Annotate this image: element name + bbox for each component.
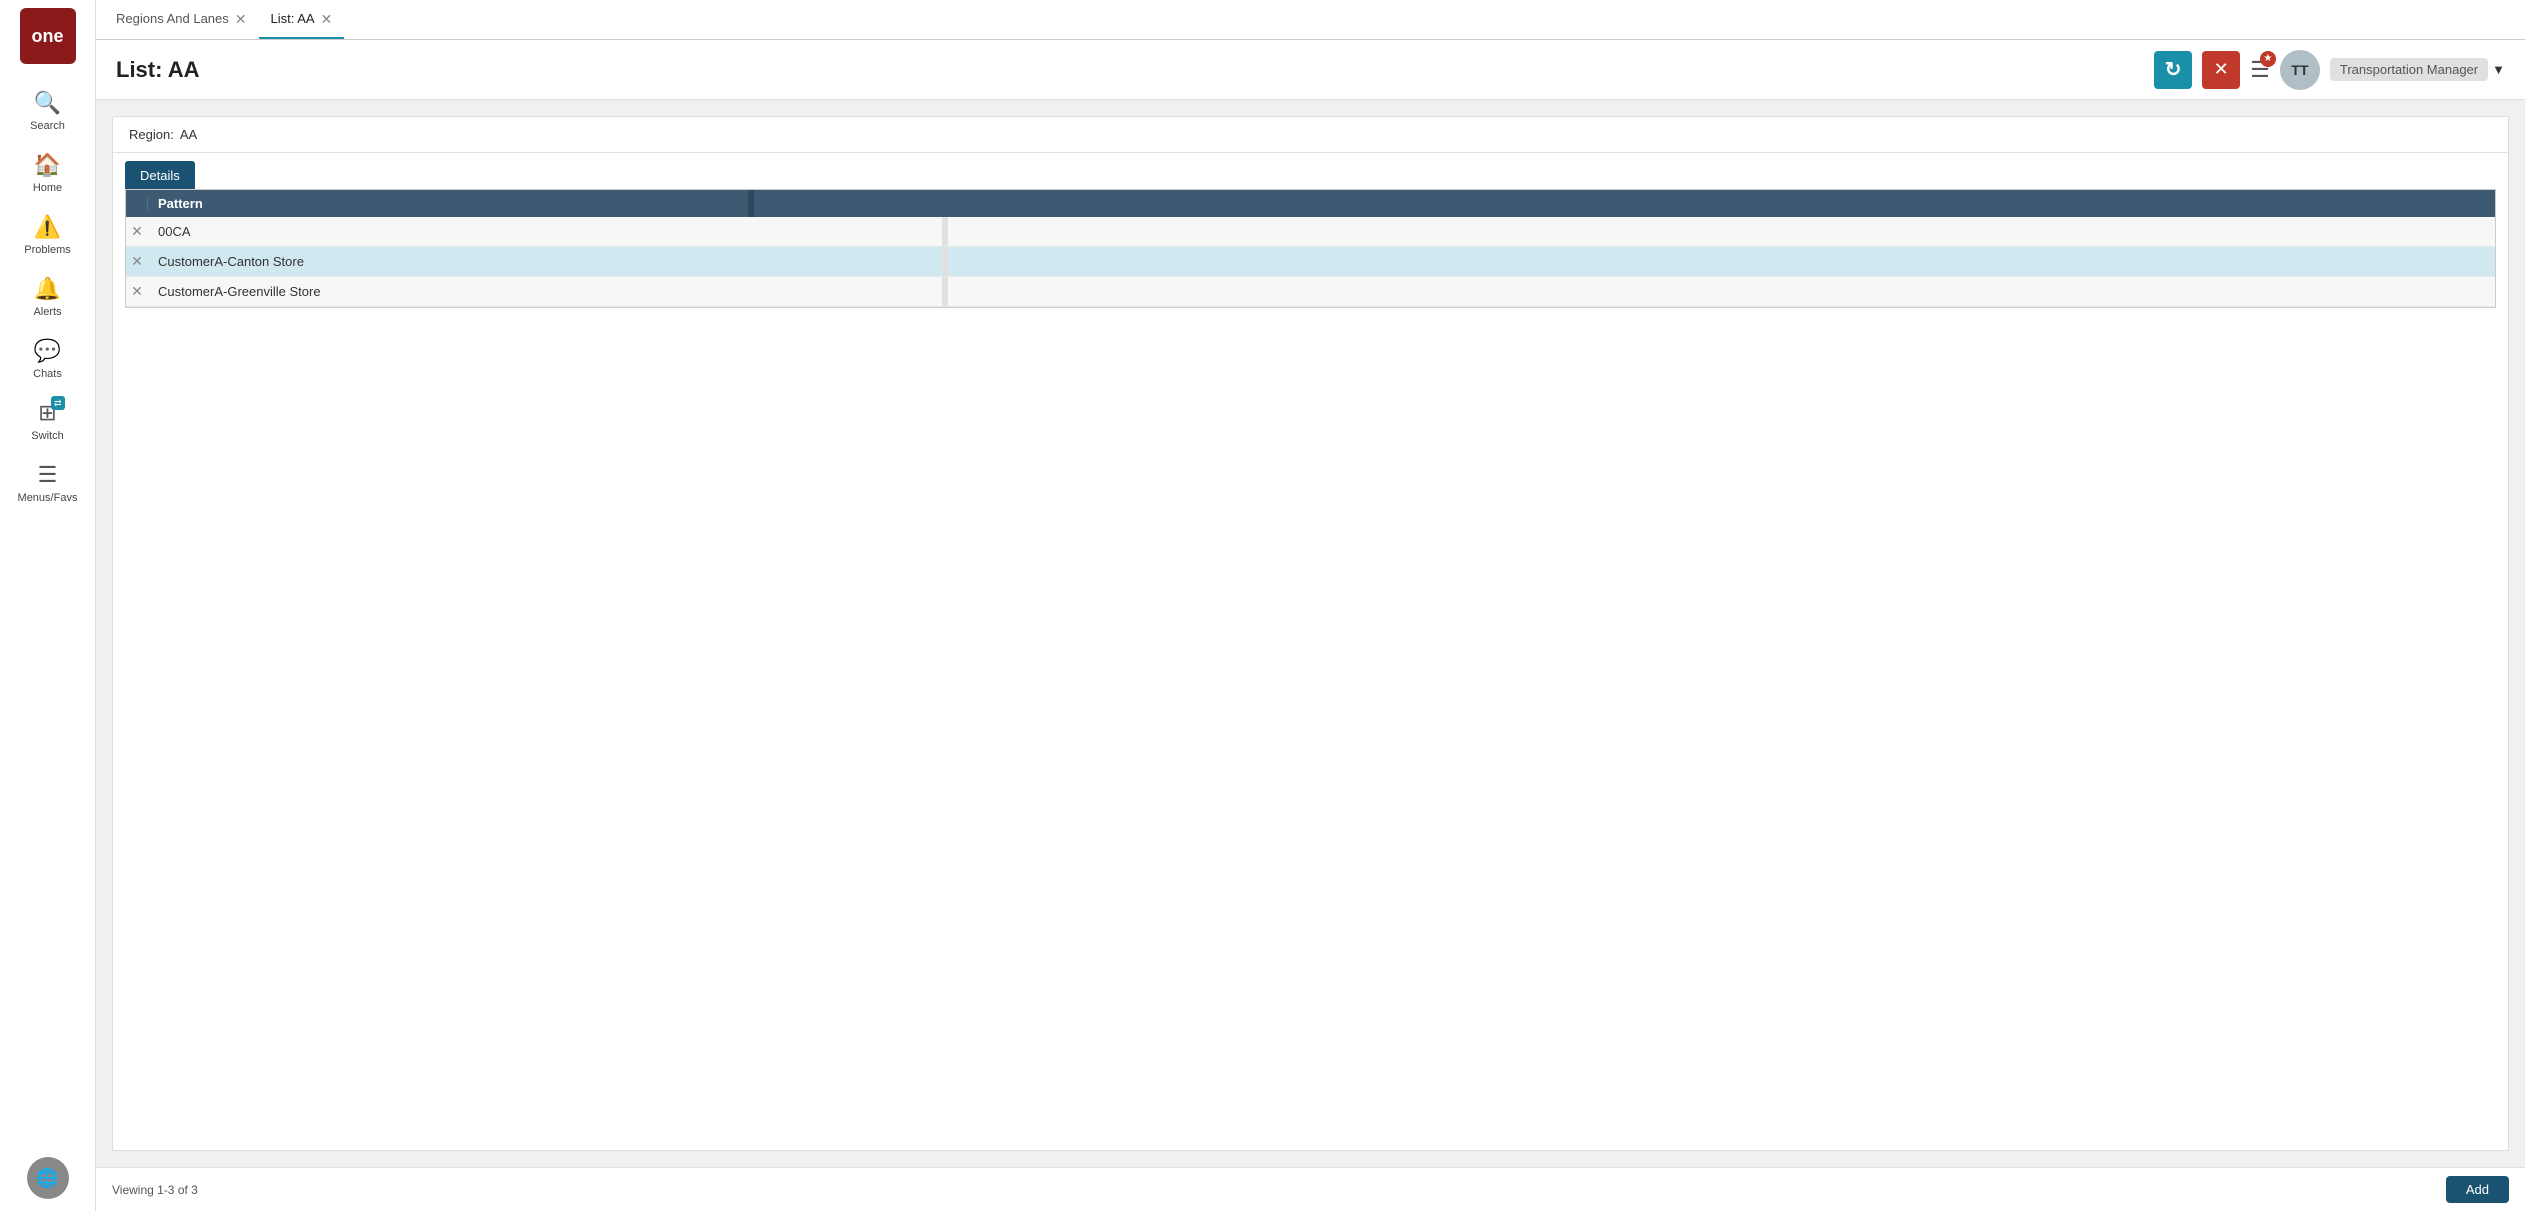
sidebar-item-switch[interactable]: ⊞ ⇄ Switch xyxy=(0,390,95,452)
switch-badge: ⇄ xyxy=(51,396,65,410)
cell-pattern-1: 00CA xyxy=(148,218,942,245)
row-delete-icon-2[interactable]: ✕ xyxy=(126,247,148,276)
table-row[interactable]: ✕ 00CA xyxy=(126,217,2495,247)
chats-icon: 💬 xyxy=(34,338,61,364)
footer: Viewing 1-3 of 3 Add xyxy=(96,1167,2525,1211)
row-delete-icon-1[interactable]: ✕ xyxy=(126,217,148,246)
column-header-pattern: Pattern xyxy=(148,190,748,217)
tab-list-aa[interactable]: List: AA ✕ xyxy=(259,0,345,39)
add-button[interactable]: Add xyxy=(2446,1176,2509,1203)
main-area: Regions And Lanes ✕ List: AA ✕ List: AA … xyxy=(96,0,2525,1211)
col-divider-3 xyxy=(942,277,948,306)
search-icon: 🔍 xyxy=(34,90,61,116)
cell-pattern-2: CustomerA-Canton Store xyxy=(148,248,942,275)
region-value: AA xyxy=(180,127,197,142)
close-icon: ✕ xyxy=(2214,59,2229,80)
pattern-table: Pattern ✕ 00CA ✕ xyxy=(125,189,2496,308)
header-actions: ↻ ✕ ☰ ★ TT Transportation Manager ▼ xyxy=(2154,50,2505,90)
details-tab-bar: Details xyxy=(113,153,2508,189)
table-header: Pattern xyxy=(126,190,2495,217)
page-title: List: AA xyxy=(116,57,200,83)
viewing-count: Viewing 1-3 of 3 xyxy=(112,1183,198,1197)
tab-details[interactable]: Details xyxy=(125,161,195,189)
user-role-dropdown[interactable]: Transportation Manager ▼ xyxy=(2330,58,2505,81)
refresh-icon: ↻ xyxy=(2165,57,2182,82)
tab-regions-lanes-close[interactable]: ✕ xyxy=(235,12,247,26)
app-logo[interactable]: one xyxy=(20,8,76,64)
tab-bar: Regions And Lanes ✕ List: AA ✕ xyxy=(96,0,2525,40)
problems-icon: ⚠️ xyxy=(34,214,61,240)
sidebar-item-home[interactable]: 🏠 Home xyxy=(0,142,95,204)
user-role-label: Transportation Manager xyxy=(2330,58,2488,81)
alerts-icon: 🔔 xyxy=(34,276,61,302)
col-divider-2 xyxy=(942,247,948,276)
dropdown-arrow-icon: ▼ xyxy=(2492,62,2505,77)
cell-pattern-3: CustomerA-Greenville Store xyxy=(148,278,942,305)
content-panel: Region: AA Details Pattern xyxy=(112,116,2509,1151)
header-expand xyxy=(126,198,148,210)
page-header: List: AA ↻ ✕ ☰ ★ TT Transportation Manag… xyxy=(96,40,2525,100)
row-delete-icon-3[interactable]: ✕ xyxy=(126,277,148,306)
user-avatar[interactable]: TT xyxy=(2280,50,2320,90)
table-row[interactable]: ✕ CustomerA-Greenville Store xyxy=(126,277,2495,307)
sidebar-item-search[interactable]: 🔍 Search xyxy=(0,80,95,142)
tab-list-aa-close[interactable]: ✕ xyxy=(321,12,333,26)
sidebar-item-menus[interactable]: ☰ Menus/Favs xyxy=(0,452,95,514)
content-area: Region: AA Details Pattern xyxy=(96,100,2525,1167)
home-icon: 🏠 xyxy=(34,152,61,178)
sidebar: one 🔍 Search 🏠 Home ⚠️ Problems 🔔 Alerts… xyxy=(0,0,96,1211)
menu-button[interactable]: ☰ ★ xyxy=(2250,57,2270,83)
menu-badge: ★ xyxy=(2260,51,2276,67)
close-button[interactable]: ✕ xyxy=(2202,51,2240,89)
region-label: Region: xyxy=(129,127,174,142)
col-divider-1 xyxy=(942,217,948,246)
sidebar-item-chats[interactable]: 💬 Chats xyxy=(0,328,95,390)
tab-regions-lanes[interactable]: Regions And Lanes ✕ xyxy=(104,0,259,39)
sidebar-item-alerts[interactable]: 🔔 Alerts xyxy=(0,266,95,328)
sidebar-item-problems[interactable]: ⚠️ Problems xyxy=(0,204,95,266)
menus-icon: ☰ xyxy=(38,462,58,488)
region-bar: Region: AA xyxy=(113,117,2508,153)
resize-handle[interactable] xyxy=(748,190,754,217)
sidebar-user-avatar[interactable]: 🌐 xyxy=(27,1157,69,1199)
refresh-button[interactable]: ↻ xyxy=(2154,51,2192,89)
table-row[interactable]: ✕ CustomerA-Canton Store xyxy=(126,247,2495,277)
